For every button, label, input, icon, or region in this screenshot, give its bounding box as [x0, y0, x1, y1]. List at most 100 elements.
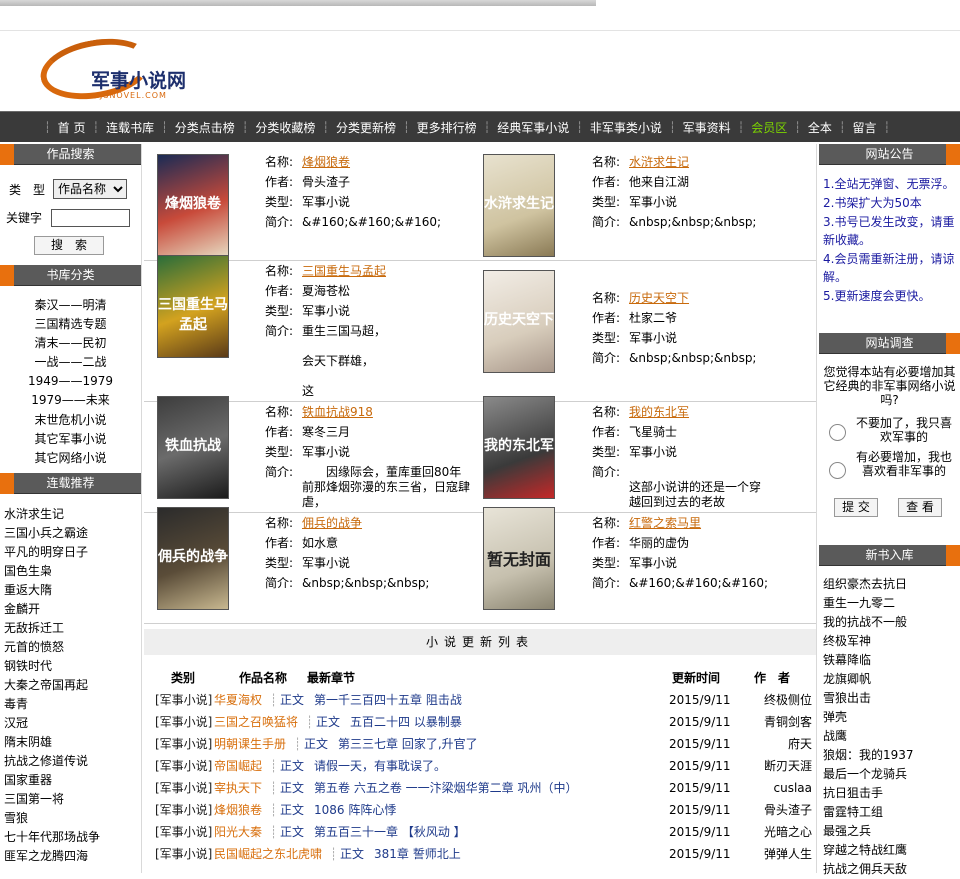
update-book-link[interactable]: 帝国崛起: [214, 755, 262, 777]
update-volume-link[interactable]: 正文: [280, 689, 304, 711]
category-link[interactable]: 三国精选专题: [0, 315, 141, 334]
newbook-link[interactable]: 狼烟：我的1937: [823, 746, 960, 765]
category-link[interactable]: 1979——未来: [0, 391, 141, 410]
nav-item-6[interactable]: 经典军事小说: [490, 119, 576, 136]
nav-item-1[interactable]: 连载书库: [99, 119, 161, 136]
radio-option-1[interactable]: [829, 424, 846, 441]
newbook-link[interactable]: 战鹰: [823, 727, 960, 746]
book-title-link[interactable]: 铁血抗战918: [302, 402, 470, 422]
recommend-link[interactable]: 毒青: [4, 695, 141, 714]
newbook-link[interactable]: 抗战之佣兵天敌: [823, 860, 960, 879]
newbook-link[interactable]: 最后一个龙骑兵: [823, 765, 960, 784]
nav-item-2[interactable]: 分类点击榜: [168, 119, 242, 136]
book-cover[interactable]: 铁血抗战: [157, 396, 229, 499]
update-chapter-link[interactable]: 第三三七章 回家了,升官了: [338, 733, 478, 755]
nav-item-7[interactable]: 非军事类小说: [583, 119, 669, 136]
nav-item-11[interactable]: 留言: [845, 119, 883, 136]
recommend-link[interactable]: 雪狼: [4, 809, 141, 828]
recommend-link[interactable]: 匪军之龙腾四海: [4, 847, 141, 866]
keyword-input[interactable]: [51, 209, 130, 227]
newbook-link[interactable]: 终极军神: [823, 632, 960, 651]
newbook-link[interactable]: 我的抗战不一般: [823, 613, 960, 632]
update-chapter-link[interactable]: 五百二十四 以暴制暴: [350, 711, 462, 733]
update-book-link[interactable]: 阳光大秦: [214, 821, 262, 843]
book-title-link[interactable]: 三国重生马孟起: [302, 261, 470, 281]
newbook-link[interactable]: 最强之兵: [823, 822, 960, 841]
recommend-link[interactable]: 汉冠: [4, 714, 141, 733]
recommend-link[interactable]: 抗战之修道传说: [4, 752, 141, 771]
recommend-link[interactable]: 大秦之帝国再起: [4, 676, 141, 695]
category-link[interactable]: 1949——1979: [0, 372, 141, 391]
notice-item[interactable]: 3.书号已发生改变，请重新收藏。: [819, 213, 960, 249]
book-title-link[interactable]: 红警之索马里: [629, 513, 770, 533]
nav-item-5[interactable]: 更多排行榜: [410, 119, 484, 136]
newbook-link[interactable]: 雷霆特工组: [823, 803, 960, 822]
recommend-link[interactable]: 隋末阴雄: [4, 733, 141, 752]
recommend-link[interactable]: 金麟开: [4, 600, 141, 619]
newbook-link[interactable]: 龙旗卿帆: [823, 670, 960, 689]
update-volume-link[interactable]: 正文: [316, 711, 340, 733]
recommend-link[interactable]: 国家重器: [4, 771, 141, 790]
search-button[interactable]: 搜 索: [34, 236, 104, 255]
book-cover[interactable]: 烽烟狼卷: [157, 154, 229, 257]
update-book-link[interactable]: 烽烟狼卷: [214, 799, 262, 821]
update-chapter-link[interactable]: 第五百三十一章 【秋风动 】: [314, 821, 466, 843]
update-book-link[interactable]: 宰执天下: [214, 777, 262, 799]
category-link[interactable]: 末世危机小说: [0, 411, 141, 430]
nav-item-3[interactable]: 分类收藏榜: [248, 119, 322, 136]
newbook-link[interactable]: 弹壳: [823, 708, 960, 727]
book-cover[interactable]: 水浒求生记: [483, 154, 555, 257]
notice-item[interactable]: 5.更新速度会更快。: [819, 287, 960, 305]
update-book-link[interactable]: 三国之召唤猛将: [214, 711, 298, 733]
recommend-link[interactable]: 重返大隋: [4, 581, 141, 600]
update-volume-link[interactable]: 正文: [280, 821, 304, 843]
notice-item[interactable]: 2.书架扩大为50本: [819, 194, 960, 212]
recommend-link[interactable]: 三国第一将: [4, 790, 141, 809]
newbook-link[interactable]: 重生一九零二: [823, 594, 960, 613]
recommend-link[interactable]: 国色生枭: [4, 562, 141, 581]
book-title-link[interactable]: 我的东北军: [629, 402, 770, 422]
category-link[interactable]: 一战——二战: [0, 353, 141, 372]
update-chapter-link[interactable]: 1086 阵阵心悸: [314, 799, 396, 821]
recommend-link[interactable]: 三国小兵之霸途: [4, 524, 141, 543]
update-chapter-link[interactable]: 381章 誓师北上: [374, 843, 461, 865]
book-title-link[interactable]: 历史天空下: [629, 288, 770, 308]
update-volume-link[interactable]: 正文: [280, 777, 304, 799]
nav-item-8[interactable]: 军事资料: [676, 119, 738, 136]
update-chapter-link[interactable]: 第一千三百四十五章 阻击战: [314, 689, 462, 711]
recommend-link[interactable]: 平凡的明穿日子: [4, 543, 141, 562]
survey-submit-button[interactable]: 提 交: [834, 498, 878, 517]
book-cover[interactable]: 我的东北军: [483, 396, 555, 499]
update-chapter-link[interactable]: 请假一天，有事耽误了。: [314, 755, 446, 777]
newbook-link[interactable]: 铁幕降临: [823, 651, 960, 670]
book-cover[interactable]: 暂无封面: [483, 507, 555, 610]
nav-item-4[interactable]: 分类更新榜: [329, 119, 403, 136]
update-book-link[interactable]: 民国崛起之东北虎啸: [214, 843, 322, 865]
newbook-link[interactable]: 穿越之特战红鹰: [823, 841, 960, 860]
category-link[interactable]: 其它军事小说: [0, 430, 141, 449]
recommend-link[interactable]: 水浒求生记: [4, 505, 141, 524]
nav-item-9[interactable]: 会员区: [744, 119, 794, 136]
newbook-link[interactable]: 组织豪杰去抗日: [823, 575, 960, 594]
update-volume-link[interactable]: 正文: [304, 733, 328, 755]
book-cover[interactable]: 三国重生马孟起: [157, 255, 229, 358]
recommend-link[interactable]: 无敌拆迁工: [4, 619, 141, 638]
book-title-link[interactable]: 佣兵的战争: [302, 513, 470, 533]
update-volume-link[interactable]: 正文: [340, 843, 364, 865]
recommend-link[interactable]: 七十年代那场战争: [4, 828, 141, 847]
category-link[interactable]: 秦汉——明清: [0, 296, 141, 315]
newbook-link[interactable]: 抗日狙击手: [823, 784, 960, 803]
nav-item-10[interactable]: 全本: [801, 119, 839, 136]
book-title-link[interactable]: 烽烟狼卷: [302, 152, 470, 172]
radio-option-2[interactable]: [829, 462, 846, 479]
update-volume-link[interactable]: 正文: [280, 799, 304, 821]
site-logo[interactable]: 军事小说网 JSNOVEL.COM: [35, 30, 200, 108]
survey-view-button[interactable]: 查 看: [898, 498, 942, 517]
newbook-link[interactable]: 雪狼出击: [823, 689, 960, 708]
recommend-link[interactable]: 元首的愤怒: [4, 638, 141, 657]
update-volume-link[interactable]: 正文: [280, 755, 304, 777]
update-book-link[interactable]: 明朝课生手册: [214, 733, 286, 755]
update-chapter-link[interactable]: 第五卷 六五之卷 一一汴梁烟华第二章 巩州（中）: [314, 777, 577, 799]
notice-item[interactable]: 4.会员需重新注册，请谅解。: [819, 250, 960, 286]
category-link[interactable]: 其它网络小说: [0, 449, 141, 468]
